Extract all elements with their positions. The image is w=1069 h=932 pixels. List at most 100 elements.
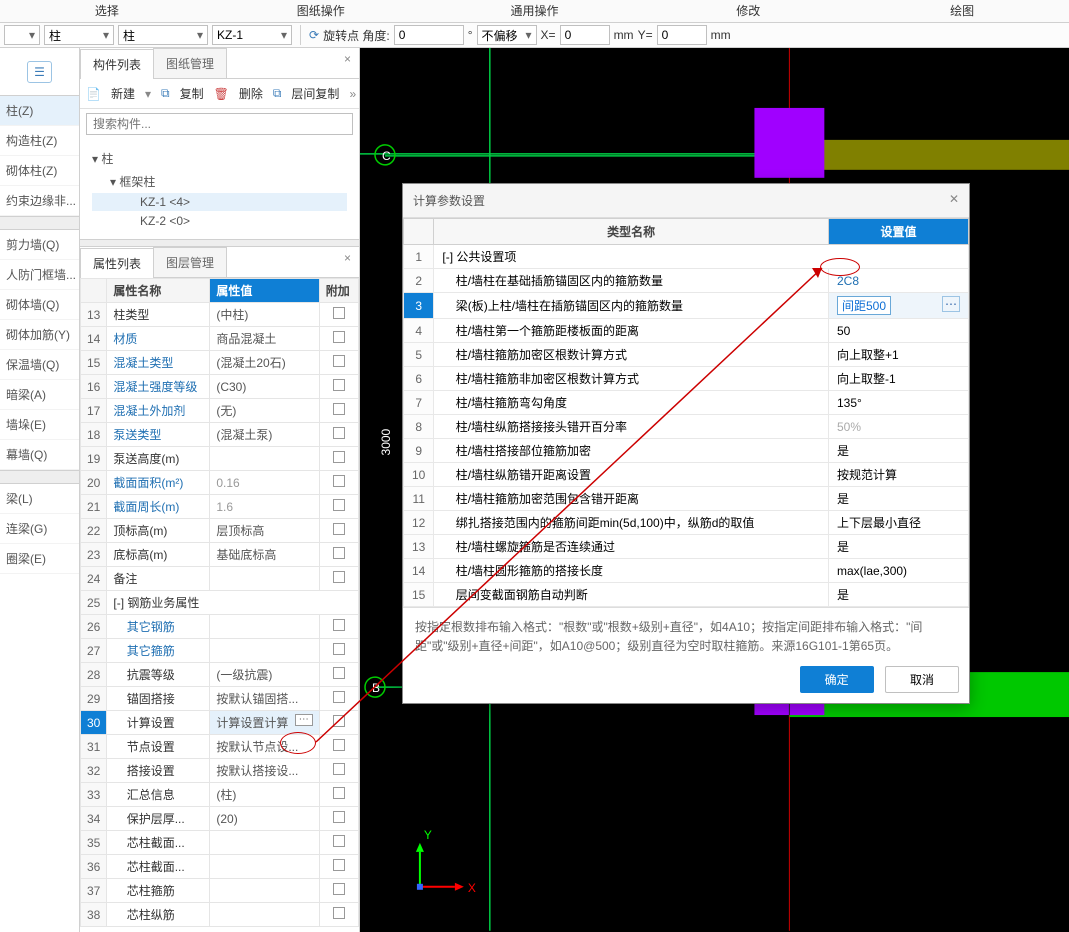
- checkbox[interactable]: [333, 739, 345, 751]
- category-item[interactable]: 保温墙(Q): [0, 350, 79, 380]
- list-icon[interactable]: ☰: [27, 61, 52, 83]
- param-row[interactable]: 15 层间变截面钢筋自动判断是: [404, 583, 969, 607]
- property-row[interactable]: 27 其它箍筋: [81, 639, 359, 663]
- property-row[interactable]: 30 计算设置计算设置计算⋯: [81, 711, 359, 735]
- property-row[interactable]: 29 锚固搭接按默认锚固搭...: [81, 687, 359, 711]
- category-item[interactable]: 砌体墙(Q): [0, 290, 79, 320]
- category-item[interactable]: 柱(Z): [0, 96, 79, 126]
- dialog-titlebar[interactable]: 计算参数设置 ✕: [403, 184, 969, 218]
- dropdown-3[interactable]: 柱▾: [118, 25, 208, 45]
- property-row[interactable]: 16混凝土强度等级(C30): [81, 375, 359, 399]
- new-button[interactable]: 新建: [111, 85, 135, 102]
- property-row[interactable]: 17混凝土外加剂(无): [81, 399, 359, 423]
- dropdown-1[interactable]: ▾: [4, 25, 40, 45]
- property-row[interactable]: 23底标高(m)基础底标高: [81, 543, 359, 567]
- param-row[interactable]: 4 柱/墙柱第一个箍筋距楼板面的距离50: [404, 319, 969, 343]
- checkbox[interactable]: [333, 355, 345, 367]
- param-row[interactable]: 10 柱/墙柱纵筋错开距离设置按规范计算: [404, 463, 969, 487]
- property-row[interactable]: 14材质商品混凝土: [81, 327, 359, 351]
- param-row[interactable]: 1[-] 公共设置项: [404, 245, 969, 269]
- property-row[interactable]: 15混凝土类型(混凝土20石): [81, 351, 359, 375]
- property-row[interactable]: 35 芯柱截面...: [81, 831, 359, 855]
- checkbox[interactable]: [333, 475, 345, 487]
- checkbox[interactable]: [333, 715, 345, 727]
- property-row[interactable]: 19泵送高度(m): [81, 447, 359, 471]
- checkbox[interactable]: [333, 499, 345, 511]
- close-icon[interactable]: ×: [336, 247, 359, 277]
- rotate-input[interactable]: [394, 25, 464, 45]
- tree-item-kz1[interactable]: KZ-1 <4>: [92, 193, 347, 211]
- layercopy-button[interactable]: 层间复制: [291, 85, 339, 102]
- checkbox[interactable]: [333, 835, 345, 847]
- more-icon[interactable]: ⋯: [942, 296, 960, 312]
- search-input[interactable]: [86, 113, 353, 135]
- category-item[interactable]: 梁(L): [0, 484, 79, 514]
- param-row[interactable]: 5 柱/墙柱箍筋加密区根数计算方式向上取整+1: [404, 343, 969, 367]
- tree-item-kz2[interactable]: KZ-2 <0>: [92, 211, 347, 231]
- param-row[interactable]: 7 柱/墙柱箍筋弯勾角度135°: [404, 391, 969, 415]
- checkbox[interactable]: [333, 403, 345, 415]
- category-item[interactable]: 墙垛(E): [0, 410, 79, 440]
- category-item[interactable]: 构造柱(Z): [0, 126, 79, 156]
- property-row[interactable]: 26 其它钢筋: [81, 615, 359, 639]
- checkbox[interactable]: [333, 859, 345, 871]
- menu-general[interactable]: 通用操作: [428, 0, 642, 22]
- checkbox[interactable]: [333, 787, 345, 799]
- tab-props[interactable]: 属性列表: [80, 248, 154, 278]
- close-icon[interactable]: ×: [336, 48, 359, 78]
- checkbox[interactable]: [333, 619, 345, 631]
- more-icon[interactable]: ⋯: [295, 714, 313, 726]
- checkbox[interactable]: [333, 451, 345, 463]
- property-row[interactable]: 38 芯柱纵筋: [81, 903, 359, 927]
- tree-root[interactable]: ▾ 柱: [92, 147, 347, 170]
- checkbox[interactable]: [333, 763, 345, 775]
- property-row[interactable]: 31 节点设置按默认节点设...: [81, 735, 359, 759]
- checkbox[interactable]: [333, 523, 345, 535]
- param-row[interactable]: 11 柱/墙柱箍筋加密范围包含错开距离是: [404, 487, 969, 511]
- property-row[interactable]: 25[-] 钢筋业务属性: [81, 591, 359, 615]
- category-item[interactable]: 约束边缘非...: [0, 186, 79, 216]
- category-item[interactable]: 砌体加筋(Y): [0, 320, 79, 350]
- property-row[interactable]: 34 保护层厚...(20): [81, 807, 359, 831]
- edit-field[interactable]: 间距500: [837, 296, 891, 315]
- checkbox[interactable]: [333, 691, 345, 703]
- property-row[interactable]: 24备注: [81, 567, 359, 591]
- category-item[interactable]: 幕墙(Q): [0, 440, 79, 470]
- checkbox[interactable]: [333, 307, 345, 319]
- menu-drawing[interactable]: 图纸操作: [214, 0, 428, 22]
- checkbox[interactable]: [333, 547, 345, 559]
- property-row[interactable]: 18泵送类型(混凝土泵): [81, 423, 359, 447]
- tree-child[interactable]: ▾ 框架柱: [92, 170, 347, 193]
- close-icon[interactable]: ✕: [949, 192, 959, 209]
- x-input[interactable]: [560, 25, 610, 45]
- checkbox[interactable]: [333, 811, 345, 823]
- menu-draw[interactable]: 绘图: [855, 0, 1069, 22]
- dropdown-4[interactable]: KZ-1▾: [212, 25, 292, 45]
- category-item[interactable]: 连梁(G): [0, 514, 79, 544]
- property-row[interactable]: 28 抗震等级(一级抗震): [81, 663, 359, 687]
- property-row[interactable]: 33 汇总信息(柱): [81, 783, 359, 807]
- property-row[interactable]: 36 芯柱截面...: [81, 855, 359, 879]
- copy-button[interactable]: 复制: [180, 85, 204, 102]
- category-item[interactable]: 暗梁(A): [0, 380, 79, 410]
- ok-button[interactable]: 确定: [800, 666, 874, 693]
- tab-drawings[interactable]: 图纸管理: [153, 48, 227, 78]
- menu-modify[interactable]: 修改: [641, 0, 855, 22]
- property-row[interactable]: 32 搭接设置按默认搭接设...: [81, 759, 359, 783]
- offset-dropdown[interactable]: 不偏移▾: [477, 25, 537, 45]
- checkbox[interactable]: [333, 667, 345, 679]
- menu-select[interactable]: 选择: [0, 0, 214, 22]
- param-row[interactable]: 8 柱/墙柱纵筋搭接接头错开百分率50%: [404, 415, 969, 439]
- tab-components[interactable]: 构件列表: [80, 49, 154, 79]
- param-row[interactable]: 12 绑扎搭接范围内的箍筋间距min(5d,100)中，纵筋d的取值上下层最小直…: [404, 511, 969, 535]
- drawing-canvas[interactable]: C B 3000 X Y 计算参数设置 ✕: [360, 48, 1069, 932]
- property-row[interactable]: 20截面面积(m²)0.16: [81, 471, 359, 495]
- param-row[interactable]: 9 柱/墙柱搭接部位箍筋加密是: [404, 439, 969, 463]
- param-row[interactable]: 14 柱/墙柱圆形箍筋的搭接长度max(lae,300): [404, 559, 969, 583]
- property-row[interactable]: 22顶标高(m)层顶标高: [81, 519, 359, 543]
- category-item[interactable]: 人防门框墙...: [0, 260, 79, 290]
- cancel-button[interactable]: 取消: [885, 666, 959, 693]
- checkbox[interactable]: [333, 883, 345, 895]
- more-icon[interactable]: »: [349, 87, 356, 101]
- category-item[interactable]: 圈梁(E): [0, 544, 79, 574]
